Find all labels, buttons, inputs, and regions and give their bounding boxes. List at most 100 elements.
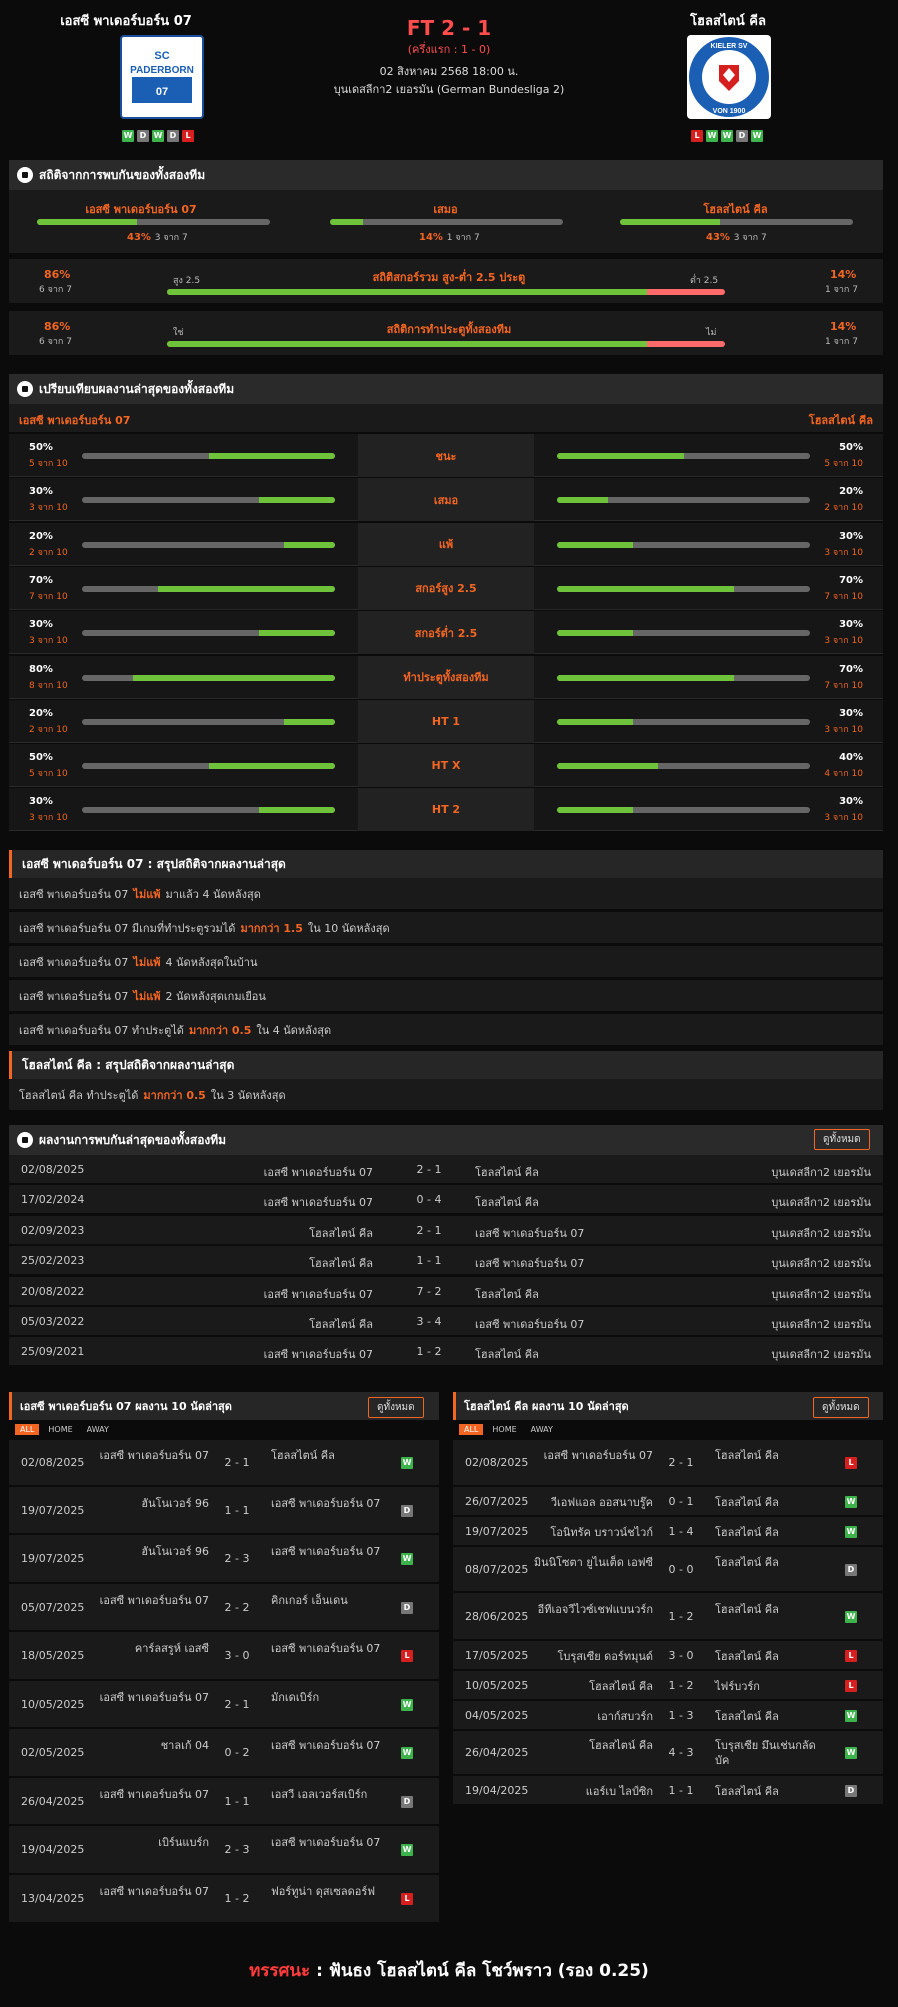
match-date: 02/08/2025 — [21, 1456, 85, 1469]
match-header: เอสซี พาเดอร์บอร์น 07 SC PADERBORN 07 WD… — [0, 0, 898, 160]
home-team: คาร์ลสรูห์ เอสซี — [134, 1642, 209, 1655]
match-date: 17/05/2025 — [465, 1648, 529, 1662]
away-team: โฮลสไตน์ คีล — [475, 1287, 539, 1301]
away-team: โฮลสไตน์ คีล — [475, 1196, 539, 1210]
h2h-result-panel: เอสซี พาเดอร์บอร์น 07 43% 3 จาก 7 เสมอ 1… — [9, 190, 883, 253]
h2h-view-all-button[interactable]: ดูทั้งหมด — [814, 1129, 870, 1150]
away-summary-header: โฮลสไตน์ คีล : สรุปสถิติจากผลงานล่าสุด — [9, 1051, 883, 1079]
compare-row: 30% 3 จาก 10 สกอร์ต่ำ 2.5 30% 3 จาก 10 — [9, 611, 883, 655]
match-row[interactable]: 05/07/2025 เอสซี พาเดอร์บอร์น 07 2 - 2 คิกเ… — [9, 1584, 439, 1631]
away-team: ไฟร์บวร์ก — [715, 1679, 760, 1693]
away-team: โฮลสไตน์ คีล — [475, 1348, 539, 1362]
tab-all[interactable]: ALL — [459, 1424, 484, 1435]
match-date: 10/05/2025 — [21, 1697, 85, 1711]
match-row[interactable]: 18/05/2025 คาร์ลสรูห์ เอสซี 3 - 0 เอสซี พาเ… — [9, 1632, 439, 1680]
summary-text: ใน 10 นัดหลังสุด — [307, 921, 390, 935]
away-win-label: โฮลสไตน์ คีล — [703, 203, 768, 216]
match-row[interactable]: 19/04/2025 แอร์เบ ไลป์ซิก 1 - 1 โฮลสไตน์ คี… — [453, 1776, 883, 1805]
match-score: 1 - 2 — [668, 1609, 694, 1623]
match-date: 18/05/2025 — [21, 1649, 85, 1662]
result-badge: W — [401, 1457, 413, 1469]
h2h-row[interactable]: 25/02/2023 โฮลสไตน์ คีล 1 - 1 เอสซี พาเดอร์… — [9, 1246, 883, 1275]
home-count: 2 จาก 10 — [29, 547, 68, 558]
tab-home[interactable]: HOME — [487, 1424, 521, 1435]
tab-home[interactable]: HOME — [43, 1424, 77, 1435]
match-row[interactable]: 19/07/2025 ฮันโนเวอร์ 96 1 - 1 เอสซี พาเดอร… — [9, 1487, 439, 1534]
btts-no-count: 1 จาก 7 — [825, 337, 858, 347]
match-row[interactable]: 17/05/2025 โบรุสเซีย ดอร์ทมุนด์ 3 - 0 โฮลสไ… — [453, 1641, 883, 1670]
match-row[interactable]: 04/05/2025 เอาก์สบวร์ก 1 - 3 โฮลสไตน์ คีล W — [453, 1701, 883, 1730]
summary-row: เอสซี พาเดอร์บอร์น 07 ไม่แพ้ มาแล้ว 4 นัดห… — [9, 878, 883, 909]
home-team: เอสซี พาเดอร์บอร์น 07 — [543, 1449, 653, 1462]
form-badge: L — [691, 130, 703, 142]
home-team: วีเอฟแอล ออสนาบรู๊ค — [550, 1495, 653, 1509]
result-badge: W — [845, 1495, 857, 1508]
away-bar — [557, 674, 810, 681]
away-pct: 30% — [839, 796, 863, 808]
match-score: 1 - 1 — [416, 1254, 442, 1268]
match-row[interactable]: 02/08/2025 เอสซี พาเดอร์บอร์น 07 2 - 1 โฮลส… — [9, 1440, 439, 1486]
match-score: 1 - 1 — [668, 1783, 694, 1797]
away-count: 3 จาก 10 — [824, 636, 863, 647]
tab-away[interactable]: AWAY — [526, 1424, 558, 1435]
match-row[interactable]: 26/04/2025 โฮลสไตน์ คีล 4 - 3 โบรุสเซีย มึน… — [453, 1731, 883, 1775]
away-team: เอสวี เอลเวอร์สเบิร์ก — [271, 1787, 368, 1801]
form-badge: D — [167, 130, 179, 142]
match-score: 2 - 3 — [224, 1552, 250, 1565]
h2h-row[interactable]: 05/03/2022 โฮลสไตน์ คีล 3 - 4 เอสซี พาเดอร์… — [9, 1307, 883, 1335]
summary-text: โฮลสไตน์ คีล ทำประตูได้ — [19, 1088, 139, 1102]
match-score: 2 - 1 — [416, 1223, 442, 1237]
home-team: โฮลสไตน์ คีล — [309, 1318, 373, 1331]
compare-team-row: เอสซี พาเดอร์บอร์น 07 โฮลสไตน์ คีล — [9, 404, 883, 432]
away-pct: 50% — [839, 442, 863, 453]
match-date: 26/04/2025 — [21, 1794, 85, 1808]
away-last10-view-all-button[interactable]: ดูทั้งหมด — [813, 1397, 869, 1418]
away-win-bar — [620, 219, 853, 225]
match-score: 4 - 3 — [668, 1746, 694, 1759]
form-badge: W — [751, 130, 763, 142]
match-score: 1 - 4 — [668, 1524, 694, 1538]
h2h-row[interactable]: 20/08/2022 เอสซี พาเดอร์บอร์น 07 7 - 2 โฮลส… — [9, 1276, 883, 1305]
home-team: เอสซี พาเดอร์บอร์น 07 — [99, 1787, 209, 1801]
tab-all[interactable]: ALL — [15, 1424, 40, 1435]
compare-label: HT 2 — [358, 788, 534, 832]
match-row[interactable]: 19/07/2025 โอนิทรัค บราวน์ชไวก์ 1 - 4 โฮลสไ… — [453, 1517, 883, 1546]
match-row[interactable]: 19/04/2025 เบิร์นแบร์ก 2 - 3 เอสซี พาเดอร์บ… — [9, 1826, 439, 1874]
form-badge: W — [152, 130, 164, 142]
match-date: 19/07/2025 — [465, 1524, 529, 1538]
match-date: 05/07/2025 — [21, 1600, 85, 1614]
match-row[interactable]: 26/07/2025 วีเอฟแอล ออสนาบรู๊ค 0 - 1 โฮลสไต… — [453, 1487, 883, 1516]
match-score: 2 - 1 — [224, 1697, 250, 1711]
section-title: สถิติจากการพบกันของทั้งสองทีม — [39, 167, 206, 182]
tab-away[interactable]: AWAY — [82, 1424, 114, 1435]
h2h-row[interactable]: 25/09/2021 เอสซี พาเดอร์บอร์น 07 1 - 2 โฮลส… — [9, 1337, 883, 1366]
summary-row: เอสซี พาเดอร์บอร์น 07 ไม่แพ้ 4 นัดหลังสุดใ… — [9, 946, 883, 977]
match-score: 3 - 0 — [668, 1648, 694, 1662]
away-team: โฮลสไตน์ คีล — [715, 1602, 779, 1616]
match-row[interactable]: 10/05/2025 โฮลสไตน์ คีล 1 - 2 ไฟร์บวร์ก L — [453, 1671, 883, 1700]
match-row[interactable]: 02/08/2025 เอสซี พาเดอร์บอร์น 07 2 - 1 โฮลส… — [453, 1440, 883, 1486]
away-team: โบรุสเซีย มึนเช่นกลัดบัค — [715, 1739, 816, 1767]
compare-label: ชนะ — [358, 434, 534, 477]
result-badge: W — [401, 1747, 413, 1759]
result-badge: L — [401, 1650, 413, 1662]
away-pct: 40% — [839, 752, 863, 764]
match-row[interactable]: 13/04/2025 เอสซี พาเดอร์บอร์น 07 1 - 2 ฟอร์… — [9, 1875, 439, 1923]
result-badge: W — [845, 1610, 857, 1623]
result-badge: W — [401, 1698, 413, 1711]
match-score: 7 - 2 — [416, 1284, 442, 1298]
league: บุนเดสลีกา2 เยอรมัน — [771, 1226, 871, 1240]
match-row[interactable]: 19/07/2025 ฮันโนเวอร์ 96 2 - 3 เอสซี พาเดอร… — [9, 1535, 439, 1583]
h2h-row[interactable]: 17/02/2024 เอสซี พาเดอร์บอร์น 07 0 - 4 โฮลส… — [9, 1185, 883, 1214]
away-team: เอสซี พาเดอร์บอร์น 07 — [271, 1545, 381, 1558]
league: บุนเดสลีกา2 เยอรมัน — [771, 1257, 871, 1271]
match-row[interactable]: 10/05/2025 เอสซี พาเดอร์บอร์น 07 2 - 1 มักเ… — [9, 1681, 439, 1728]
home-last10-view-all-button[interactable]: ดูทั้งหมด — [368, 1397, 424, 1418]
match-row[interactable]: 08/07/2025 มินนิโซตา ยูไนเต็ด เอฟซี 0 - 0 โ… — [453, 1547, 883, 1592]
svg-text:KIELER SV: KIELER SV — [711, 43, 748, 50]
h2h-row[interactable]: 02/08/2025 เอสซี พาเดอร์บอร์น 07 2 - 1 โฮลส… — [9, 1155, 883, 1183]
match-row[interactable]: 26/04/2025 เอสซี พาเดอร์บอร์น 07 1 - 1 เอสว… — [9, 1778, 439, 1825]
match-row[interactable]: 02/05/2025 ชาลเก้ 04 0 - 2 เอสซี พาเดอร์บอร… — [9, 1729, 439, 1777]
h2h-row[interactable]: 02/09/2023 โฮลสไตน์ คีล 2 - 1 เอสซี พาเดอร์… — [9, 1215, 883, 1244]
match-row[interactable]: 28/06/2025 อีทีเอจวีไวซ์เชฟแบนวร์ก 1 - 2 โฮ… — [453, 1593, 883, 1640]
